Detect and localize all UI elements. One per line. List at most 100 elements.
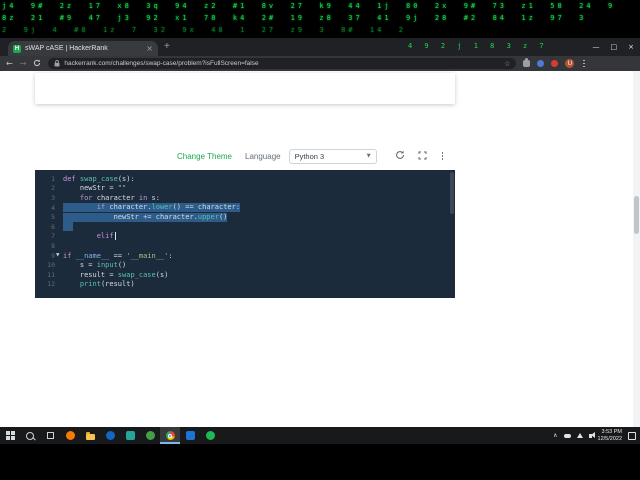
chrome-app[interactable] (160, 427, 180, 444)
task-view-button[interactable] (40, 427, 60, 444)
code-text: result = swap_case (s) (63, 270, 169, 279)
matrix-row: 2 9j 4 #8 1z 7 32 9x 48 1 27 z9 3 8# 14 … (2, 26, 407, 34)
extensions-icon[interactable] (523, 58, 531, 67)
firefox-app[interactable] (60, 427, 80, 444)
code-text: if character.lower() == character: (63, 202, 241, 213)
browser-tab-bar: H sWAP cASE | HackerRank × + 4 9 2 j 1 8… (0, 38, 640, 56)
lock-icon[interactable] (54, 60, 60, 67)
code-text: print (result) (79, 280, 135, 289)
windows-taskbar: ∧ 3:53 PM 12/5/2022 (0, 427, 640, 444)
matrix-background: j4 9# 2z 17 x8 3q 94 z2 #1 8v 27 k9 44 1… (0, 0, 640, 38)
matrix-row: j4 9# 2z 17 x8 3q 94 z2 #1 8v 27 k9 44 1… (2, 2, 616, 10)
browser-tab[interactable]: H sWAP cASE | HackerRank × (8, 41, 158, 56)
code-text: newStr += character.upper() (63, 212, 228, 222)
vscode-app[interactable] (180, 427, 200, 444)
code-line[interactable]: 7 elif (35, 232, 455, 242)
back-icon[interactable]: ← (6, 59, 13, 68)
close-button[interactable]: × (628, 43, 634, 51)
file-explorer-app[interactable] (80, 427, 100, 444)
system-tray: ∧ 3:53 PM 12/5/2022 (553, 427, 640, 444)
profile-avatar[interactable]: U (565, 59, 575, 68)
extension-red-icon[interactable] (551, 60, 559, 67)
action-center-icon[interactable] (628, 431, 636, 440)
selected-text: newStr += character.upper() (63, 212, 228, 222)
more-options-icon[interactable] (440, 151, 446, 161)
fullscreen-icon[interactable] (418, 147, 427, 165)
hidden-icons-chevron[interactable]: ∧ (553, 432, 557, 439)
code-text: ▼ if __name__ == '__main__': (56, 251, 173, 260)
code-text: for character in s: (79, 193, 160, 202)
edge-app[interactable] (100, 427, 120, 444)
new-tab-button[interactable]: + (164, 42, 170, 52)
selected-text: if character.lower() == character: (63, 202, 241, 213)
code-editor[interactable]: 1 def swap_case (s): 2 newStr = "" 3 for cha… (35, 170, 455, 298)
browser-menu-icon[interactable] (581, 59, 587, 69)
code-line[interactable]: 2 newStr = "" (35, 184, 455, 194)
spotify-app[interactable] (200, 427, 220, 444)
file-explorer-app-icon (85, 431, 95, 440)
line-number: 8 (51, 241, 55, 250)
page-scrollbar-track[interactable] (633, 71, 640, 427)
code-line[interactable]: 4 if character.lower() == character: (35, 202, 455, 213)
reset-code-icon[interactable] (395, 147, 405, 165)
line-number: 6 (51, 222, 55, 231)
clock-date: 12/5/2022 (597, 435, 622, 442)
vscode-app-icon (185, 431, 195, 440)
code-line[interactable]: 11 result = swap_case (s) (35, 270, 455, 280)
line-number: 9 (51, 251, 55, 260)
editor-toolbar: Change Theme Language Python 3 ▼ (35, 145, 455, 167)
search-button-icon (26, 431, 34, 440)
minimize-button[interactable]: — (593, 43, 600, 51)
code-text: def swap_case (s): (63, 174, 135, 183)
code-text (63, 222, 73, 232)
matrix-overlay-text: 4 9 2 j 1 8 3 z 7 (408, 42, 548, 50)
onedrive-icon[interactable] (563, 433, 571, 438)
store-app[interactable] (120, 427, 140, 444)
line-number: 1 (51, 174, 55, 183)
extension-blue-icon[interactable] (537, 60, 545, 67)
search-button[interactable] (20, 427, 40, 444)
code-line[interactable]: 3 for character in s: (35, 193, 455, 203)
whatsapp-app-icon (145, 431, 155, 440)
matrix-row: 8z 21 #9 47 j3 92 x1 78 k4 2# 19 z8 37 4… (2, 14, 587, 22)
maximize-button[interactable]: □ (611, 43, 618, 51)
bookmark-star-icon[interactable]: ☆ (504, 60, 510, 68)
language-select-value: Python 3 (294, 151, 325, 161)
code-line[interactable]: 6 (35, 222, 455, 232)
code-line[interactable]: 10 s = input() (35, 260, 455, 270)
language-select[interactable]: Python 3 ▼ (288, 148, 377, 164)
start-button-icon (5, 431, 15, 440)
network-icon[interactable] (576, 433, 583, 438)
code-line[interactable]: 8 (35, 241, 455, 251)
change-theme-link[interactable]: Change Theme (177, 152, 232, 161)
line-number: 4 (51, 203, 55, 212)
code-text: newStr = "" (63, 184, 127, 193)
editor-scrollbar[interactable] (450, 172, 454, 214)
page-scrollbar-thumb[interactable] (634, 196, 639, 234)
spotify-app-icon (205, 431, 215, 440)
refresh-icon[interactable] (33, 59, 41, 69)
url-text: hackerrank.com/challenges/swap-case/prob… (64, 60, 259, 67)
code-line[interactable]: 1 def swap_case (s): (35, 174, 455, 184)
line-number: 12 (47, 280, 55, 289)
url-bar[interactable]: hackerrank.com/challenges/swap-case/prob… (48, 58, 517, 69)
taskbar-clock[interactable]: 3:53 PM 12/5/2022 (598, 429, 622, 442)
tab-title: sWAP cASE | HackerRank (25, 45, 108, 52)
code-text: s = input() (63, 261, 127, 270)
language-label: Language (245, 151, 281, 161)
code-line[interactable]: 12 print (result) (35, 280, 455, 290)
whatsapp-app[interactable] (140, 427, 160, 444)
start-button[interactable] (0, 427, 20, 444)
line-number: 2 (51, 184, 55, 193)
code-line[interactable]: 5 newStr += character.upper() (35, 212, 455, 222)
tab-close-icon[interactable]: × (146, 44, 153, 53)
fold-caret-icon[interactable]: ▼ (56, 253, 59, 258)
code-text: elif (96, 232, 116, 241)
line-number: 5 (51, 213, 55, 222)
forward-icon[interactable]: → (20, 59, 27, 68)
chrome-app-icon (165, 431, 175, 440)
code-line[interactable]: 9 ▼ if __name__ == '__main__': (35, 251, 455, 261)
hackerrank-favicon-icon: H (13, 44, 21, 53)
volume-icon[interactable] (588, 432, 595, 438)
code-lines: 1 def swap_case (s): 2 newStr = "" 3 for cha… (35, 174, 455, 289)
